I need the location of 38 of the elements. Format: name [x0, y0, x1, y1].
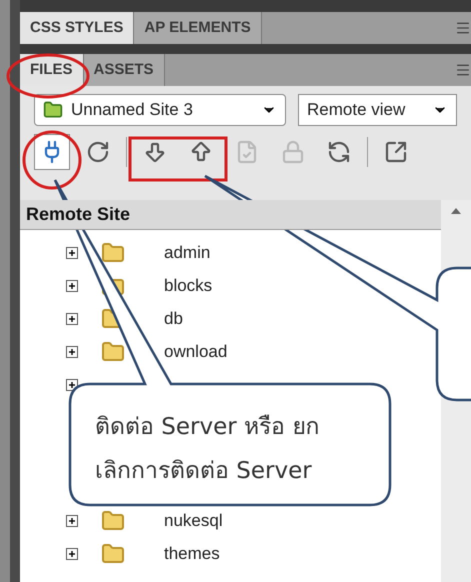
highlight-circle: [22, 130, 82, 190]
down-arrow-icon: [143, 140, 167, 164]
folder-icon: [43, 100, 63, 120]
expand-icon[interactable]: [66, 378, 78, 390]
folder-icon: [100, 542, 126, 566]
panel-menu-icon[interactable]: [455, 62, 471, 78]
expand-icon[interactable]: [66, 280, 78, 292]
plug-button[interactable]: [34, 134, 70, 170]
scroll-up-icon[interactable]: [451, 208, 461, 214]
folder-name[interactable]: ownload: [164, 338, 228, 364]
sync-icon: [327, 140, 351, 164]
folder-icon: [100, 240, 126, 264]
panel-tab[interactable]: AP ELEMENTS: [134, 12, 262, 44]
lock-icon: [281, 140, 305, 164]
folder-name[interactable]: admin: [164, 240, 210, 266]
folder-name[interactable]: themes: [164, 540, 220, 566]
expand-icon[interactable]: [66, 346, 78, 358]
expand-icon[interactable]: [66, 548, 78, 560]
folder-name[interactable]: nukesql: [164, 508, 223, 534]
panel-menu-icon[interactable]: [455, 20, 471, 36]
panel-tab[interactable]: FILES: [20, 54, 84, 86]
folder-name[interactable]: db: [164, 306, 183, 332]
view-select[interactable]: Remote view: [298, 94, 457, 126]
panel-tab[interactable]: ASSETS: [84, 54, 165, 86]
up-arrow-icon: [189, 140, 213, 164]
expand-icon[interactable]: [66, 312, 78, 324]
file-check-icon: [235, 140, 259, 164]
folder-icon: [100, 340, 126, 364]
expand-icon[interactable]: [66, 246, 78, 258]
folder-icon: [100, 508, 126, 532]
site-select[interactable]: Unnamed Site 3: [34, 94, 286, 126]
expand-icon[interactable]: [66, 514, 78, 526]
folder-name[interactable]: blocks: [164, 272, 212, 298]
callout-text: ติดต่อ Server หรือ ยก เลิกการติดต่อ Server: [95, 413, 320, 486]
refresh-icon: [86, 140, 110, 164]
panel-tab[interactable]: CSS STYLES: [20, 12, 134, 44]
expand-icon: [384, 140, 408, 164]
column-header[interactable]: Remote Site: [20, 200, 441, 230]
